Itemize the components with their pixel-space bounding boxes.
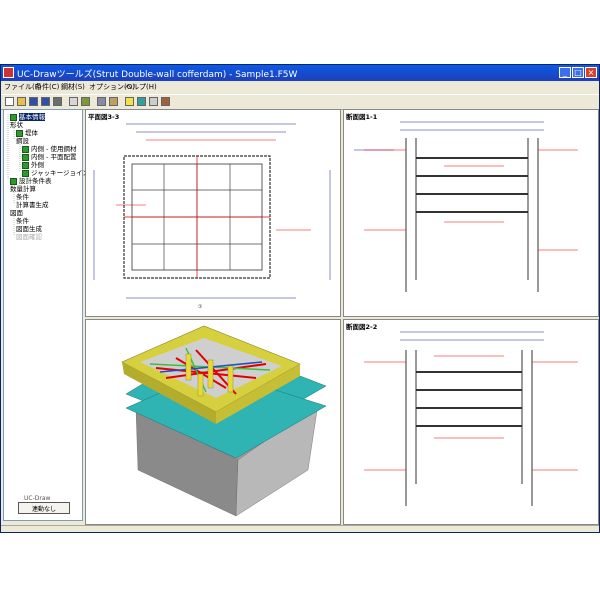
3d-model xyxy=(121,325,327,517)
menu-bar: ファイル(F) 条件(C) 鋼材(S) オプション(O) ヘルプ(H) xyxy=(1,81,599,93)
tree-item-label: 図面 xyxy=(10,209,23,217)
section1-drawing xyxy=(354,121,578,292)
maximize-button[interactable]: □ xyxy=(572,67,584,78)
title-bar[interactable]: UC-Drawツールズ(Strut Double-wall cofferdam)… xyxy=(1,65,599,81)
link-toggle-button[interactable]: 連動なし xyxy=(18,502,70,514)
checkbox-checked-icon[interactable] xyxy=(16,129,23,137)
tree-item[interactable]: 数量計算 xyxy=(10,185,36,193)
save-as-icon[interactable] xyxy=(53,97,62,106)
menu-conditions[interactable]: 条件(C) xyxy=(35,82,59,92)
tree-item-label: 内側 - 平面配置 xyxy=(31,153,77,161)
tree-item[interactable]: 堤体 xyxy=(16,129,38,137)
view3d-icon[interactable] xyxy=(137,97,146,106)
plan-bottom-label: ① xyxy=(198,304,203,310)
tree-item[interactable]: 内側 - 使用鋼材 xyxy=(22,145,76,153)
tree-item-label: 図面生成 xyxy=(16,225,42,233)
checkbox-checked-icon[interactable] xyxy=(10,113,17,121)
tree-item-label: 堤体 xyxy=(25,129,38,137)
3d-view-pane[interactable] xyxy=(85,319,341,525)
tree-panel: 基本情報 形状 堤体 鋼設 内側 - 使用鋼材 内側 - 平面配置 外側 ジャッキージョイント… xyxy=(3,109,96,521)
plan-view-pane[interactable]: 平面図3-3 ① xyxy=(85,109,341,317)
new-file-icon[interactable] xyxy=(5,97,14,106)
menu-steel[interactable]: 鋼材(S) xyxy=(61,82,85,92)
open-folder-icon[interactable] xyxy=(17,97,26,106)
tree-item[interactable]: 外側 xyxy=(22,161,44,169)
tree-item[interactable]: 条件 xyxy=(16,193,29,201)
application-window: UC-Drawツールズ(Strut Double-wall cofferdam)… xyxy=(0,64,600,533)
tree-item-label: 図面確認 xyxy=(16,233,42,241)
tree-item-label: 内側 - 使用鋼材 xyxy=(31,145,77,153)
close-button[interactable]: × xyxy=(585,67,597,78)
table-icon[interactable] xyxy=(69,97,78,106)
tree-item[interactable]: 設計条件表 xyxy=(10,177,52,185)
status-bar xyxy=(1,525,599,533)
grid-icon[interactable] xyxy=(81,97,90,106)
save-all-icon[interactable] xyxy=(41,97,50,106)
app-icon xyxy=(3,67,14,78)
tree-item[interactable]: 鋼設 xyxy=(16,137,29,145)
tree-item[interactable]: 基本情報 xyxy=(10,113,45,121)
plan-drawing: ① xyxy=(93,123,331,310)
tree-item-label: 基本情報 xyxy=(19,113,45,121)
save-icon[interactable] xyxy=(29,97,38,106)
settings-icon[interactable] xyxy=(97,97,106,106)
camera-icon[interactable] xyxy=(149,97,158,106)
section2-drawing xyxy=(364,331,578,506)
tree-item[interactable]: 計算書生成 xyxy=(16,201,49,209)
tree-item[interactable]: 内側 - 平面配置 xyxy=(22,153,76,161)
footer-label: UC-Draw xyxy=(24,495,51,502)
toolbar xyxy=(1,94,599,110)
tree-item[interactable]: 図面 xyxy=(10,209,23,217)
tree-item-label: 条件 xyxy=(16,193,29,201)
tool-icon[interactable] xyxy=(161,97,170,106)
tree-item-label: 形状 xyxy=(10,121,23,129)
export-icon[interactable] xyxy=(109,97,118,106)
checkbox-checked-icon[interactable] xyxy=(22,153,29,161)
tree-item[interactable]: 条件 xyxy=(16,217,29,225)
tree-item-label: 鋼設 xyxy=(16,137,29,145)
tree-item[interactable]: 形状 xyxy=(10,121,23,129)
checkbox-checked-icon[interactable] xyxy=(22,169,29,177)
tree-item-label: 数量計算 xyxy=(10,185,36,193)
tree-footer: UC-Draw 連動なし xyxy=(12,495,76,517)
tree-item-label: 計算書生成 xyxy=(16,201,49,209)
section1-view-pane[interactable]: 断面図1-1 xyxy=(343,109,599,317)
help-icon[interactable] xyxy=(125,97,134,106)
section2-view-pane[interactable]: 断面図2-2 xyxy=(343,319,599,525)
checkbox-checked-icon[interactable] xyxy=(22,145,29,153)
tree-item-label: 設計条件表 xyxy=(19,177,52,185)
tree-item-label: 外側 xyxy=(31,161,44,169)
workspace: 基本情報 形状 堤体 鋼設 内側 - 使用鋼材 内側 - 平面配置 外側 ジャッキージョイント… xyxy=(1,109,599,525)
checkbox-checked-icon[interactable] xyxy=(10,177,17,185)
checkbox-checked-icon[interactable] xyxy=(22,161,29,169)
tree-item-label: 条件 xyxy=(16,217,29,225)
minimize-button[interactable]: _ xyxy=(559,67,571,78)
menu-help[interactable]: ヘルプ(H) xyxy=(125,82,157,92)
window-title: UC-Drawツールズ(Strut Double-wall cofferdam)… xyxy=(17,70,298,80)
tree-item[interactable]: 図面生成 xyxy=(16,225,42,233)
tree-item[interactable]: 図面確認 xyxy=(16,233,42,241)
